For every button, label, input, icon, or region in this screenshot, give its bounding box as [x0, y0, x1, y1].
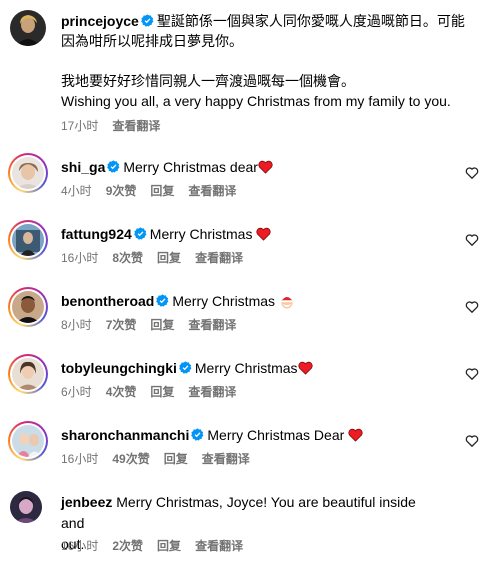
- comment-username[interactable]: jenbeez: [61, 494, 112, 510]
- translate-button[interactable]: 查看翻译: [188, 385, 236, 399]
- comment-text: Merry Christmas dear: [123, 159, 258, 175]
- translate-button[interactable]: 查看翻译: [202, 452, 250, 466]
- comment-avatar[interactable]: [8, 220, 48, 260]
- comment-item: shi_ga Merry Christmas dear 4小时 9次赞 回复 查看…: [0, 151, 491, 201]
- caption-line-4: Wishing you all, a very happy Christmas …: [61, 93, 451, 109]
- translate-button[interactable]: 查看翻译: [188, 318, 236, 332]
- comment-username[interactable]: benontheroad: [61, 293, 154, 309]
- comment-text: Merry Christmas: [194, 360, 298, 376]
- verified-badge-icon: [140, 14, 154, 27]
- comment-time: 8小时: [61, 318, 92, 332]
- comment-time: 4小时: [61, 184, 92, 198]
- reply-button[interactable]: 回复: [157, 539, 181, 553]
- comment-likes-count[interactable]: 8次赞: [112, 251, 143, 265]
- like-heart-icon[interactable]: [465, 300, 479, 314]
- comment-likes-count[interactable]: 2次赞: [112, 539, 143, 553]
- post-meta: 17小时 查看翻译: [61, 119, 160, 133]
- verified-badge-icon: [179, 361, 192, 374]
- comment-time: 16小时: [61, 539, 99, 553]
- comment-text: Merry Christmas: [149, 226, 257, 242]
- reply-button[interactable]: 回复: [150, 184, 174, 198]
- comment-username[interactable]: shi_ga: [61, 159, 105, 175]
- comment-avatar[interactable]: [10, 491, 42, 523]
- comment-meta: 16小时 2次赞 回复 查看翻译: [61, 539, 243, 553]
- like-heart-icon[interactable]: [465, 233, 479, 247]
- comment-username[interactable]: tobyleungchingki: [61, 360, 177, 376]
- comment-item: fattung924 Merry Christmas 16小时 8次赞 回复 查看…: [0, 218, 491, 268]
- comment-meta: 16小时 49次赞 回复 查看翻译: [61, 452, 250, 466]
- verified-badge-icon: [107, 160, 120, 173]
- caption-line-1: 聖誕節係一個與家人同你愛嘅人度過嘅節日。可能: [156, 13, 465, 29]
- comment-text: Merry Christmas: [172, 293, 279, 309]
- comment-item: benontheroad Merry Christmas 8小时 7次赞 回复 查…: [0, 285, 491, 335]
- red-heart-emoji-icon: [258, 160, 273, 174]
- verified-badge-icon: [133, 227, 147, 240]
- comment-item: sharonchanmanchi Merry Christmas Dear 16小…: [0, 419, 491, 469]
- comment-meta: 4小时 9次赞 回复 查看翻译: [61, 184, 236, 198]
- comment-item: jenbeez Merry Christmas, Joyce! You are …: [0, 489, 491, 559]
- comment-avatar[interactable]: [8, 153, 48, 193]
- comment-likes-count[interactable]: 7次赞: [106, 318, 137, 332]
- translate-button[interactable]: 查看翻译: [195, 539, 243, 553]
- comment-meta: 6小时 4次赞 回复 查看翻译: [61, 385, 236, 399]
- comment-likes-count[interactable]: 4次赞: [106, 385, 137, 399]
- post-caption: princejoyce 聖誕節係一個與家人同你愛嘅人度過嘅節日。可能 因為咁所以呢…: [61, 11, 471, 111]
- comment-likes-count[interactable]: 49次赞: [112, 452, 149, 466]
- post-author-username[interactable]: princejoyce: [61, 13, 139, 29]
- comment-meta: 8小时 7次赞 回复 查看翻译: [61, 318, 236, 332]
- comment-time: 16小时: [61, 452, 99, 466]
- comment-username[interactable]: sharonchanmanchi: [61, 427, 189, 443]
- comment-meta: 16小时 8次赞 回复 查看翻译: [61, 251, 243, 265]
- comment-likes-count[interactable]: 9次赞: [106, 184, 137, 198]
- comment-avatar[interactable]: [8, 287, 48, 327]
- comment-text: Merry Christmas, Joyce! You are beautifu…: [61, 494, 416, 531]
- reply-button[interactable]: 回复: [150, 385, 174, 399]
- like-heart-icon[interactable]: [465, 166, 479, 180]
- like-heart-icon[interactable]: [465, 434, 479, 448]
- like-heart-icon[interactable]: [465, 367, 479, 381]
- comment-time: 16小时: [61, 251, 99, 265]
- post-time: 17小时: [61, 119, 99, 133]
- comment-avatar[interactable]: [8, 354, 48, 394]
- translate-button[interactable]: 查看翻译: [188, 184, 236, 198]
- red-heart-emoji-icon: [348, 428, 363, 442]
- comment-avatar[interactable]: [8, 421, 48, 461]
- verified-badge-icon: [156, 294, 169, 307]
- caption-line-3: 我地要好好珍惜同親人一齊渡過嘅每一個機會。: [61, 73, 355, 89]
- reply-button[interactable]: 回复: [157, 251, 181, 265]
- santa-emoji-icon: [281, 295, 294, 309]
- reply-button[interactable]: 回复: [164, 452, 188, 466]
- red-heart-emoji-icon: [256, 227, 271, 241]
- comment-item: tobyleungchingki Merry Christmas 6小时 4次赞 …: [0, 352, 491, 402]
- comment-time: 6小时: [61, 385, 92, 399]
- red-heart-emoji-icon: [297, 361, 313, 375]
- reply-button[interactable]: 回复: [150, 318, 174, 332]
- post-translate-button[interactable]: 查看翻译: [112, 119, 160, 133]
- post-author-avatar[interactable]: [10, 10, 46, 46]
- verified-badge-icon: [191, 428, 204, 441]
- comment-text: Merry Christmas Dear: [207, 427, 349, 443]
- caption-line-2: 因為咁所以呢排成日夢見你。: [61, 33, 243, 49]
- translate-button[interactable]: 查看翻译: [195, 251, 243, 265]
- comment-username[interactable]: fattung924: [61, 226, 132, 242]
